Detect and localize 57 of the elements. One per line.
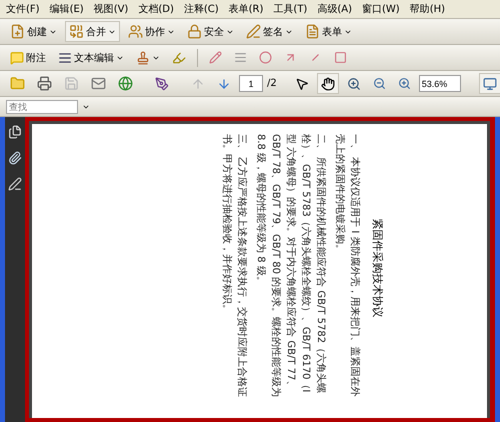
menu-item[interactable]: 高级(A) [317, 2, 352, 16]
globe-icon [118, 76, 133, 91]
zoom-in-icon [398, 77, 411, 90]
page-total: /2 [267, 78, 277, 89]
search-field[interactable]: 查找 [6, 100, 78, 114]
envelope-icon [91, 76, 106, 91]
menu-item[interactable]: 文档(D) [138, 2, 174, 16]
zoom-field[interactable]: 53.6% [418, 75, 461, 92]
folder-icon [10, 76, 25, 91]
task-button[interactable]: 签名 [242, 21, 297, 42]
monitor-icon [482, 76, 497, 90]
stamp-icon [136, 50, 150, 64]
pencil-icon [209, 51, 222, 64]
task-button[interactable]: 创建 [6, 21, 61, 42]
task-button[interactable]: 协作 [124, 21, 179, 42]
arrow-icon [284, 51, 297, 64]
speech-bubble-icon [10, 50, 24, 64]
text-lines-icon [234, 51, 247, 64]
menu-item[interactable]: 文件(F) [6, 2, 40, 16]
document-paragraph: 三、 乙方应严格按上述条款要求执行，交货时应附上合格证书。甲方将进行抽检验收，并作好标识。 [220, 134, 248, 400]
document-icon [305, 24, 320, 39]
menu-item[interactable]: 视图(V) [94, 2, 128, 16]
menu-item[interactable]: 工具(T) [273, 2, 308, 16]
menu-item[interactable]: 表单(R) [228, 2, 264, 16]
highlighter-icon [172, 50, 186, 64]
task-button[interactable]: 表单 [301, 21, 356, 42]
magnifier-icon [346, 76, 361, 90]
hand-icon [320, 76, 335, 90]
square-icon [334, 51, 347, 64]
combine-icon [69, 24, 84, 39]
lock-icon [187, 24, 202, 39]
cursor-icon [294, 76, 309, 90]
pages-icon[interactable] [8, 125, 22, 139]
file-plus-icon [10, 24, 25, 39]
people-icon [128, 24, 143, 39]
menu-item[interactable]: 注释(C) [184, 2, 219, 16]
printer-icon [37, 76, 52, 91]
note-button[interactable]: 附注 [6, 47, 50, 68]
zoom-out-icon [372, 77, 386, 90]
menu-item[interactable]: 窗口(W) [362, 2, 400, 16]
document-paragraph: 二、 所供紧固件的机械性能应符合 GB/T 5782（六角头螺栓）、GB/T 5783（六角头螺栓全螺纹）、GB/T 6170（I 型 六角螺母）的要求。对于内六角螺栓应符合 GB/T 77、GB/T 78、GB/T 79、GB/T 80 的要求。螺栓的性能等级为 8.8 级，螺母的性能等级为 8 级。 [254, 134, 328, 400]
hand-tool-button[interactable] [316, 73, 339, 94]
text-lines-icon [58, 50, 72, 64]
circle-icon [259, 51, 272, 64]
menu-item[interactable]: 编辑(E) [50, 2, 84, 16]
pen-icon [246, 24, 261, 39]
pen-nib-icon [155, 76, 169, 90]
menu-item[interactable]: 帮助(H) [410, 2, 446, 16]
paperclip-icon[interactable] [8, 151, 22, 165]
pen-icon[interactable] [8, 177, 22, 191]
document-title: 紧固件采购技术协议 [370, 218, 385, 320]
document-paragraph: 一、 本协议仅适用于 I 类防腐外壳，用来把门、盖紧固在外壳上的紧固件的电镀采购。 [333, 134, 362, 398]
task-button[interactable]: 安全 [183, 21, 238, 42]
page-number-field[interactable]: 1 [239, 75, 263, 92]
task-button[interactable]: 合并 [65, 21, 120, 42]
fit-page-button[interactable] [478, 73, 500, 94]
text-edit-button[interactable]: 文本编辑 [54, 47, 128, 68]
